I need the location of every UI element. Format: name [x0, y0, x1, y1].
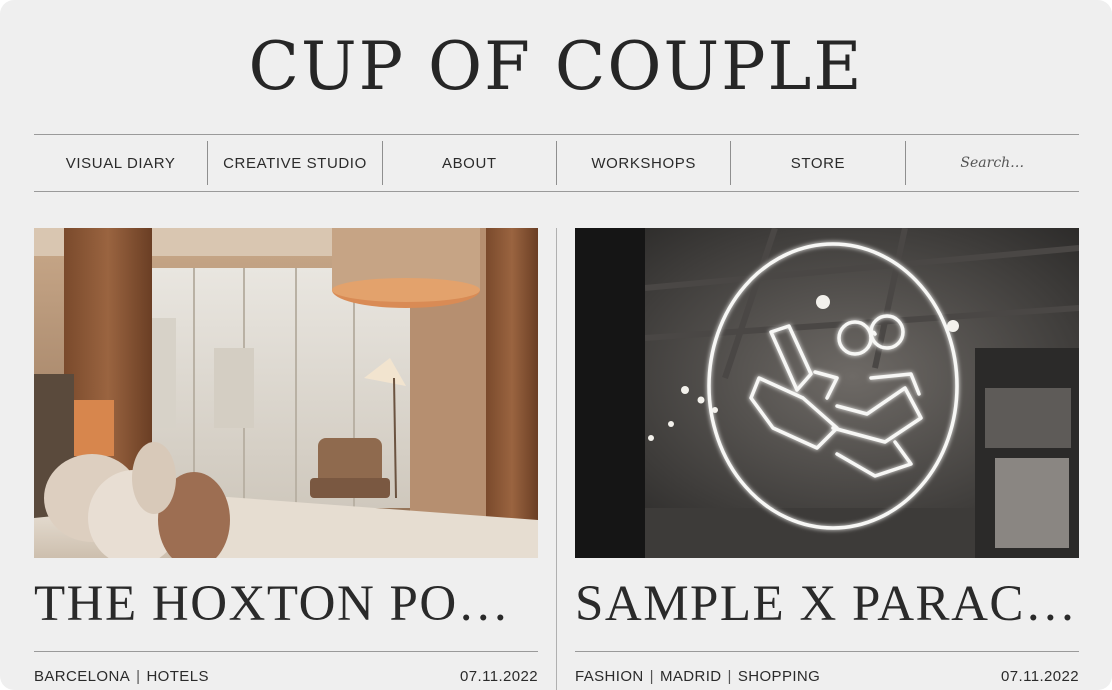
column-divider [556, 228, 557, 690]
post-rule [575, 651, 1079, 652]
post-card: THE HOXTON PO… BARCELONA | HOTELS 07.11.20… [34, 228, 538, 690]
search-input[interactable] [905, 141, 1079, 185]
post-meta: BARCELONA | HOTELS 07.11.2022 [34, 668, 538, 688]
nav-item-creative-studio[interactable]: CREATIVE STUDIO [208, 141, 383, 185]
post-date: 07.11.2022 [460, 668, 538, 685]
nav-item-store[interactable]: STORE [731, 141, 906, 185]
tag-hotels[interactable]: HOTELS [146, 668, 208, 685]
post-tags: FASHION | MADRID | SHOPPING [575, 668, 820, 685]
post-card: SAMPLE X PARACIA… FASHION | MADRID | SHOPPIN… [575, 228, 1079, 690]
nav-item-about[interactable]: ABOUT [383, 141, 557, 185]
post-image-neon-sign[interactable] [575, 228, 1079, 558]
main-nav: VISUAL DIARY CREATIVE STUDIO ABOUT WORKS… [34, 134, 1079, 192]
tag-barcelona[interactable]: BARCELONA [34, 668, 130, 685]
neon-sign-shop-photo [575, 228, 1079, 558]
page: CUP OF COUPLE VISUAL DIARY CREATIVE STUD… [0, 0, 1112, 690]
tag-shopping[interactable]: SHOPPING [738, 668, 820, 685]
nav-item-visual-diary[interactable]: VISUAL DIARY [34, 141, 209, 185]
tag-madrid[interactable]: MADRID [660, 668, 722, 685]
tag-separator: | [727, 668, 732, 685]
tag-separator: | [136, 668, 141, 685]
hotel-bedroom-photo [34, 228, 538, 558]
post-date: 07.11.2022 [1001, 668, 1079, 685]
tag-separator: | [649, 668, 654, 685]
post-title[interactable]: SAMPLE X PARACIA… [575, 574, 1079, 634]
post-title[interactable]: THE HOXTON PO… [34, 574, 538, 634]
nav-item-workshops[interactable]: WORKSHOPS [557, 141, 732, 185]
post-rule [34, 651, 538, 652]
post-meta: FASHION | MADRID | SHOPPING 07.11.2022 [575, 668, 1079, 688]
post-image-hotel-bedroom[interactable] [34, 228, 538, 558]
tag-fashion[interactable]: FASHION [575, 668, 644, 685]
post-tags: BARCELONA | HOTELS [34, 668, 209, 685]
site-logo[interactable]: CUP OF COUPLE [0, 22, 1112, 112]
